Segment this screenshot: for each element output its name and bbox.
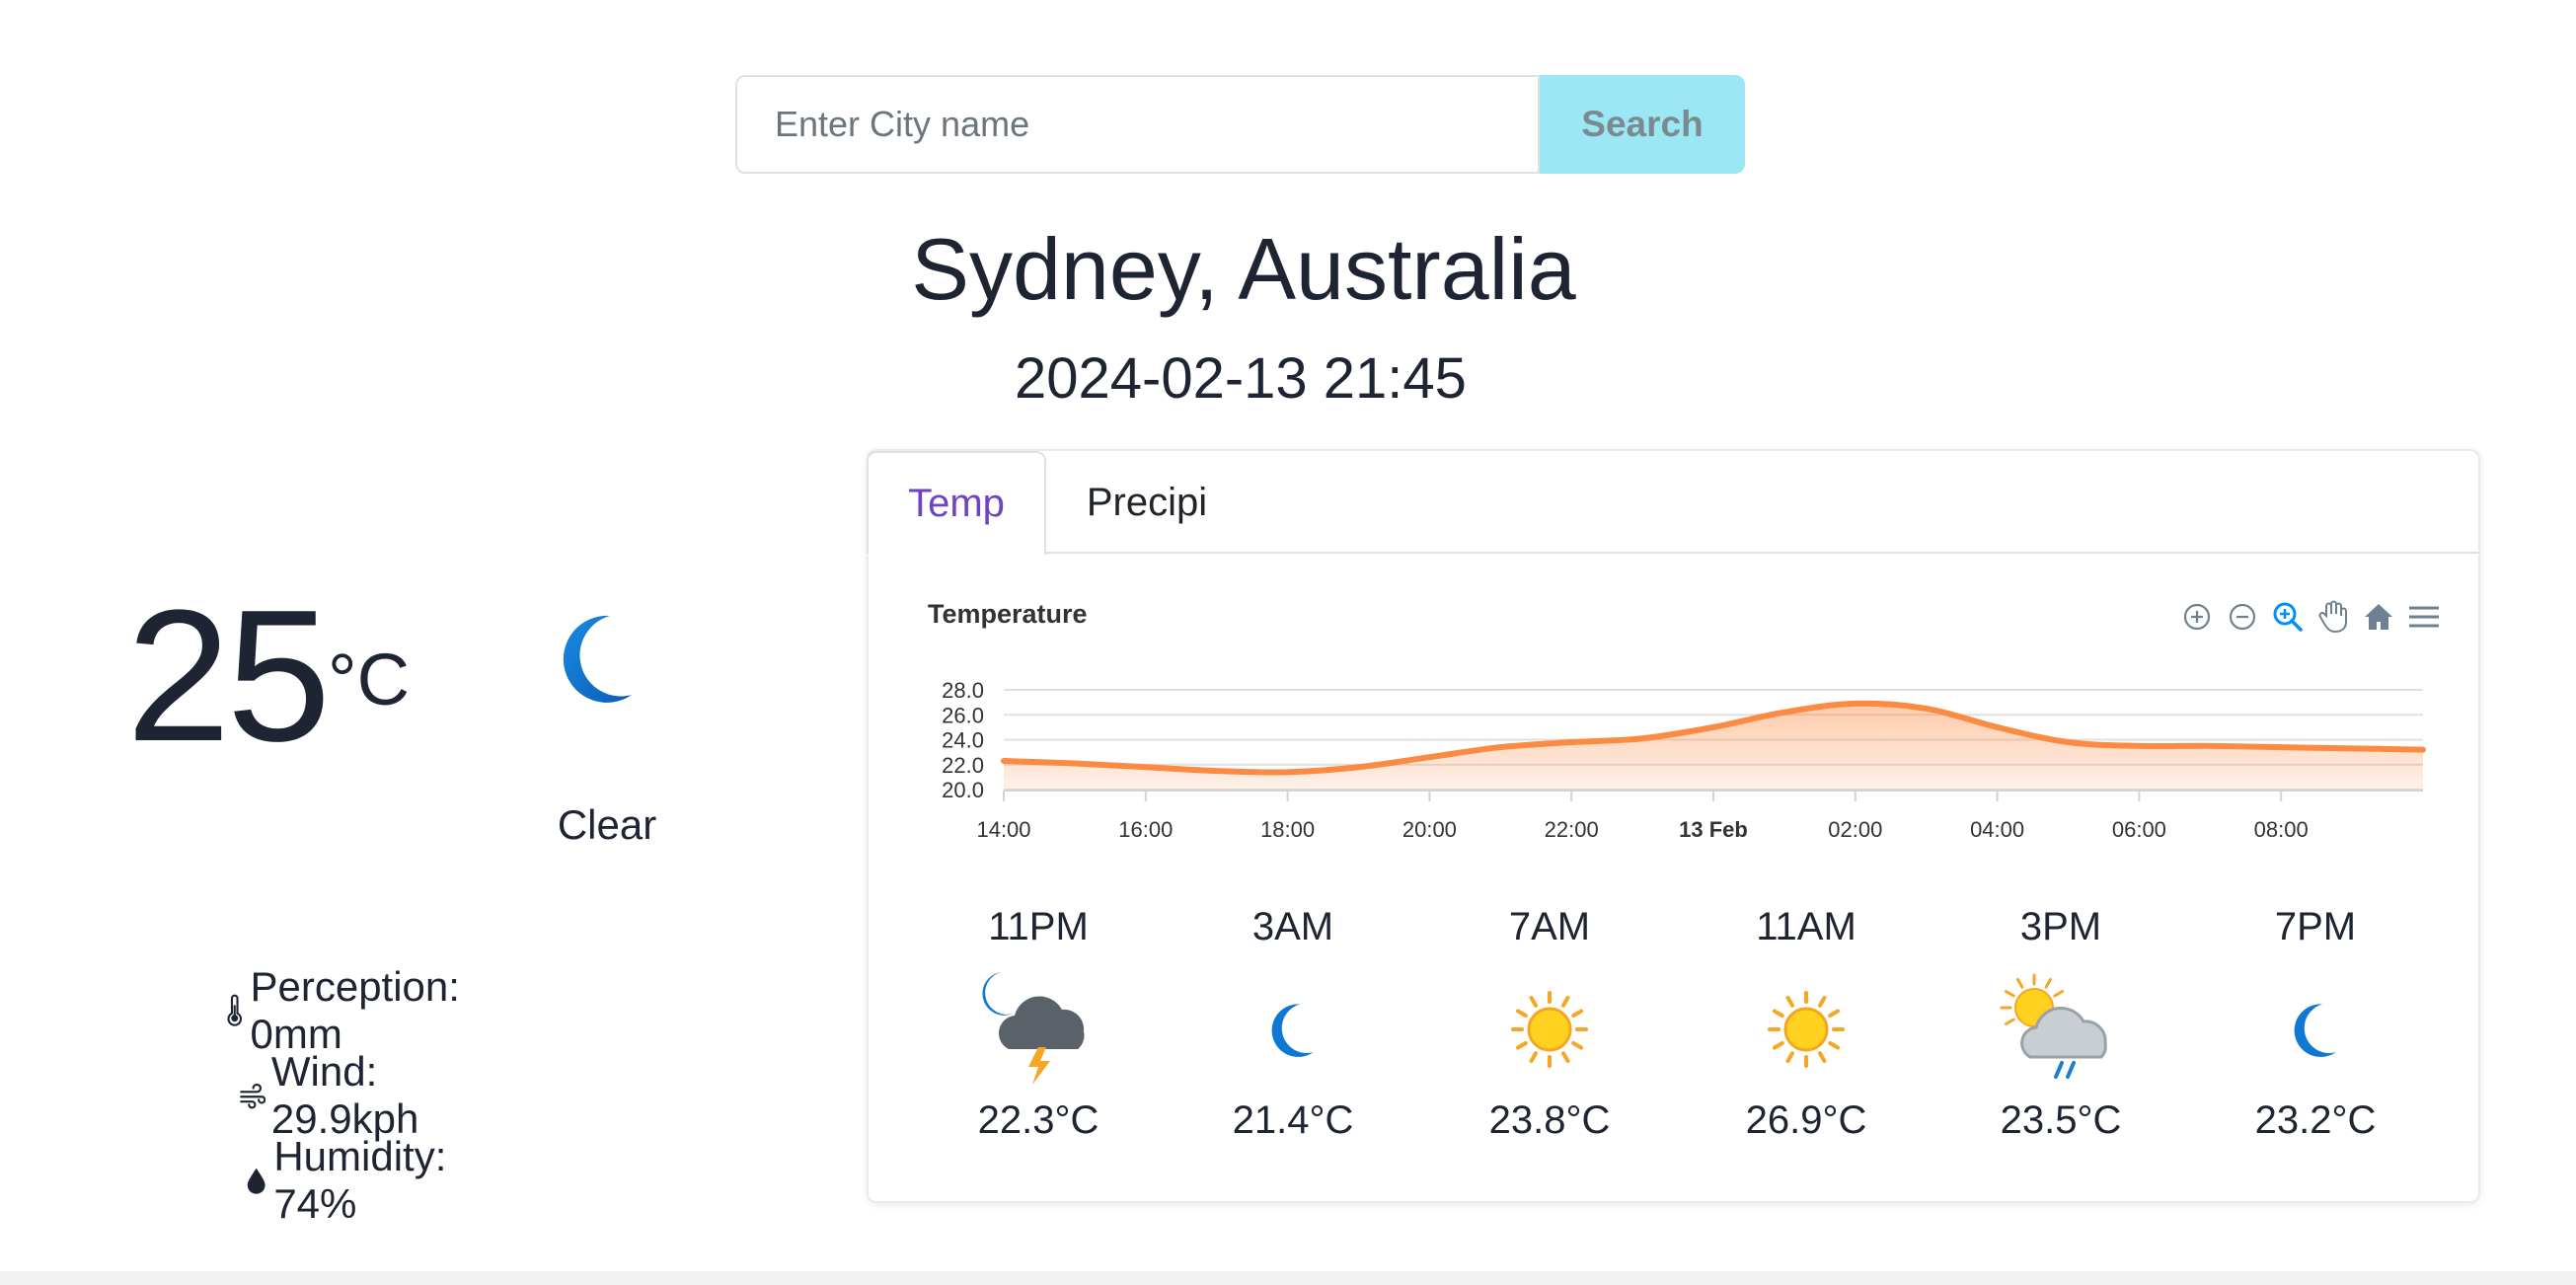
wind-icon: [240, 1083, 265, 1109]
forecast-time: 3AM: [1251, 905, 1334, 948]
temperature-unit: °C: [328, 639, 411, 720]
y-tick-label: 22.0: [942, 753, 984, 778]
x-tick-label: 14:00: [976, 817, 1030, 842]
forecast-item: 3AM 21.4°C: [1194, 905, 1392, 1143]
forecast-temp: 23.5°C: [2000, 1098, 2122, 1142]
moon-icon: [2217, 960, 2414, 1098]
search-button[interactable]: Search: [1540, 75, 1745, 174]
forecast-item: 7PM 23.2°C: [2217, 905, 2414, 1143]
moon-icon: [563, 615, 632, 703]
x-tick-label: 20:00: [1402, 817, 1457, 842]
menu-icon[interactable]: [2404, 597, 2444, 637]
droplet-icon: [247, 1168, 265, 1194]
wind-stat: Wind: 29.9kph: [240, 1048, 434, 1143]
pan-icon[interactable]: [2313, 597, 2353, 637]
reset-home-icon[interactable]: [2359, 597, 2398, 637]
y-tick-label: 28.0: [942, 678, 984, 703]
humidity-text: Humidity: 74%: [273, 1133, 447, 1227]
forecast-item: 11AM 26.9°C: [1707, 905, 1905, 1143]
condition-text: Clear: [557, 801, 657, 848]
sun-icon: [1707, 960, 1905, 1098]
forecast-temp: 21.4°C: [1232, 1098, 1354, 1142]
precipitation-stat: Perception: 0mm: [225, 963, 468, 1058]
temperature-chart: 28.026.024.022.020.0 14:00 16:00 18:00 20:00…: [942, 678, 2426, 842]
chart-title: Temperature: [928, 599, 1088, 629]
forecast-time: 7AM: [1508, 905, 1591, 948]
zoom-out-icon[interactable]: [2223, 597, 2262, 637]
tab-bar: Temp Precipi: [867, 451, 2478, 556]
local-datetime: 2024-02-13 21:45: [1015, 346, 1467, 411]
forecast-temp: 22.3°C: [977, 1098, 1099, 1142]
hourly-forecast: 11PM 22.3°C 3AM 21.4°C 7AM 23.8°C 11AM 26.9°C 3P…: [869, 905, 2478, 1201]
sun-icon: [1451, 960, 1648, 1098]
forecast-card: Temp Precipi Temperature 28.0 26.0 24.0 22.…: [867, 449, 2480, 1203]
forecast-time: 11PM: [988, 905, 1089, 948]
x-tick-label: 16:00: [1118, 817, 1173, 842]
x-tick-label: 13 Feb: [1679, 817, 1748, 842]
tab-temp[interactable]: Temp: [867, 451, 1046, 556]
forecast-time: 3PM: [2019, 905, 2102, 948]
selection-zoom-icon[interactable]: [2268, 597, 2308, 637]
x-tick-label: 08:00: [2254, 817, 2309, 842]
forecast-time: 11AM: [1756, 905, 1856, 948]
city-title: Sydney, Australia: [911, 220, 1576, 318]
x-tick-label: 06:00: [2112, 817, 2166, 842]
forecast-item: 11PM 22.3°C: [940, 905, 1137, 1143]
y-tick-label: 20.0: [942, 778, 984, 802]
city-search-input[interactable]: [735, 75, 1540, 174]
forecast-temp: 23.8°C: [1488, 1098, 1611, 1142]
current-temperature: 25: [126, 571, 331, 781]
zoom-in-icon[interactable]: [2177, 597, 2217, 637]
thermometer-icon: [227, 994, 242, 1026]
moon-thunderstorm-icon: [940, 960, 1137, 1098]
page-scroll-edge: [0, 1271, 2576, 1285]
y-tick-label: 24.0: [942, 728, 984, 753]
search-bar: Search: [735, 75, 1745, 174]
forecast-time: 7PM: [2274, 905, 2357, 948]
x-tick-label: 18:00: [1260, 817, 1315, 842]
sun-cloud-rain-icon: [1962, 960, 2159, 1098]
y-tick-label: 26.0: [942, 703, 984, 727]
precipitation-text: Perception: 0mm: [250, 963, 460, 1057]
humidity-stat: Humidity: 74%: [245, 1133, 457, 1228]
forecast-temp: 23.2°C: [2254, 1098, 2377, 1142]
forecast-item: 7AM 23.8°C: [1451, 905, 1648, 1143]
x-tick-label: 02:00: [1828, 817, 1882, 842]
chart-toolbar: [2177, 597, 2444, 637]
forecast-temp: 26.9°C: [1745, 1098, 1867, 1142]
moon-icon: [1194, 960, 1392, 1098]
x-tick-label: 04:00: [1970, 817, 2024, 842]
x-tick-label: 22:00: [1545, 817, 1599, 842]
forecast-item: 3PM 23.5°C: [1962, 905, 2159, 1143]
tab-precipitation[interactable]: Precipi: [1046, 451, 1248, 554]
wind-text: Wind: 29.9kph: [270, 1048, 419, 1142]
